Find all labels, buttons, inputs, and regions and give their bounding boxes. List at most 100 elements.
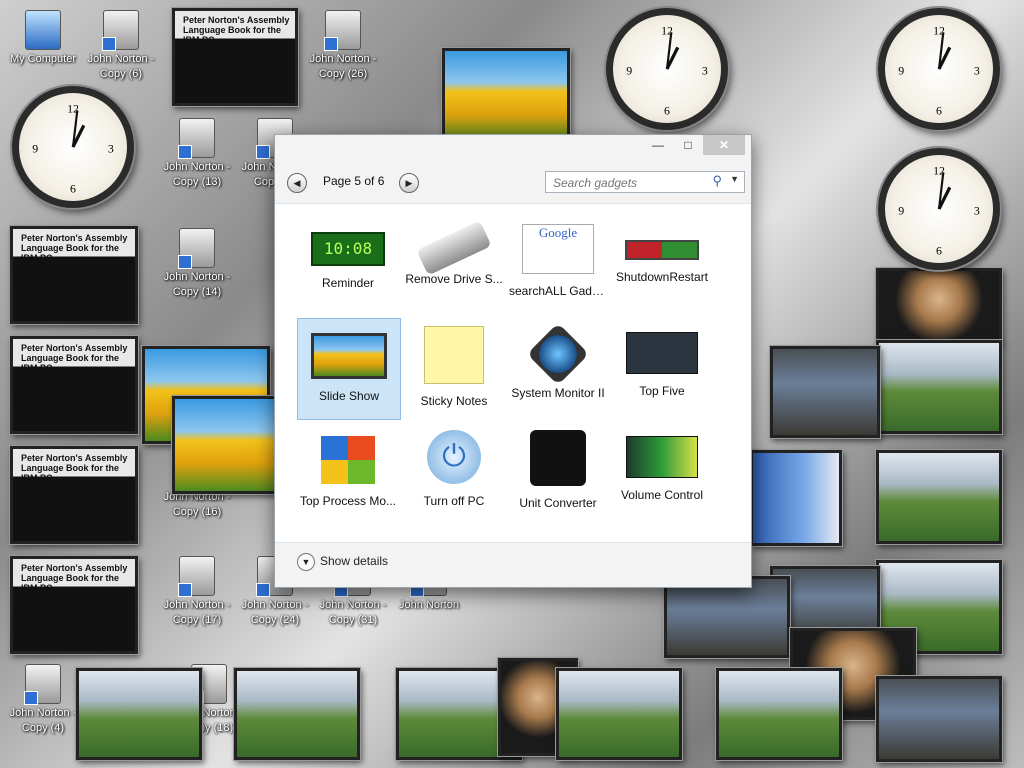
icon-label: John Norton - Copy (16): [163, 491, 231, 518]
speaker-photo-slideshow[interactable]: [750, 450, 842, 546]
gadget-tile-system-monitor[interactable]: System Monitor II: [507, 318, 609, 418]
process-list-icon: [626, 332, 698, 374]
gadget-label: Volume Control: [620, 488, 704, 502]
clock-face-icon: 12 3 6 9: [898, 23, 980, 117]
outdoor-photo-slideshow[interactable]: [234, 668, 360, 760]
page-indicator: Page 5 of 6: [323, 174, 385, 188]
desktop-shortcut[interactable]: John Norton - Copy (17): [154, 556, 240, 628]
power-buttons-icon: [625, 240, 699, 260]
svg-text:9: 9: [32, 141, 38, 155]
tulip-photo-slideshow[interactable]: [442, 48, 570, 144]
gadget-label: Turn off PC: [423, 494, 485, 508]
search-icon[interactable]: ⚲: [712, 173, 722, 189]
book-cover-slideshow[interactable]: Peter Norton's Assembly Language Book fo…: [10, 446, 138, 544]
gadget-tile-shutdownrestart[interactable]: ShutdownRestart: [611, 210, 713, 310]
show-details-toggle[interactable]: ▼ Show details: [297, 553, 388, 571]
svg-text:9: 9: [898, 203, 904, 217]
gadget-tile-top-five[interactable]: Top Five: [611, 318, 713, 418]
book-cover-slideshow[interactable]: Peter Norton's Assembly Language Book fo…: [172, 8, 298, 106]
portrait-icon: [102, 10, 139, 51]
clock-gadget[interactable]: 12 3 6 9: [878, 8, 1000, 130]
my-computer-icon[interactable]: My Computer: [0, 10, 86, 67]
icon-label: John Norton - Copy (6): [87, 53, 155, 80]
outdoor-photo-slideshow[interactable]: [876, 340, 1002, 434]
desktop-shortcut[interactable]: John Norton - Copy (4): [0, 664, 86, 736]
office-photo-slideshow[interactable]: [876, 676, 1002, 762]
previous-page-button[interactable]: ◀: [287, 173, 307, 193]
window-titlebar[interactable]: — □ ✕: [275, 135, 751, 157]
outdoor-photo-slideshow[interactable]: [876, 450, 1002, 544]
gadget-tile-reminder[interactable]: 10:08 Reminder: [297, 210, 399, 310]
desktop-shortcut[interactable]: John Norton - Copy (14): [154, 228, 240, 300]
chevron-left-icon: ◀: [293, 178, 301, 188]
power-icon: ⏻: [427, 430, 481, 484]
office-photo-slideshow[interactable]: [664, 576, 790, 658]
outdoor-photo-slideshow[interactable]: [716, 668, 842, 760]
minimize-button[interactable]: —: [643, 135, 673, 155]
office-photo-slideshow[interactable]: [770, 346, 880, 438]
clock-face-icon: 12 3 6 9: [898, 163, 980, 257]
clock-gadget[interactable]: 12 3 6 9: [878, 148, 1000, 270]
icon-label: John Norton - Copy (13): [163, 161, 231, 188]
portrait-icon: [324, 10, 361, 51]
portrait-photo-slideshow[interactable]: [876, 268, 1002, 344]
gadget-tile-sticky-notes[interactable]: Sticky Notes: [403, 318, 505, 418]
svg-text:3: 3: [108, 141, 114, 155]
maximize-button[interactable]: □: [673, 135, 703, 155]
svg-text:9: 9: [898, 63, 904, 77]
gadget-label: Reminder: [321, 276, 375, 290]
gadget-label: System Monitor II: [511, 386, 605, 400]
icon-label: John Norton - Copy (14): [163, 271, 231, 298]
gadget-tile-remove-drive[interactable]: Remove Drive S...: [403, 210, 505, 310]
reminder-icon: 10:08: [311, 232, 385, 266]
next-page-button[interactable]: ▶: [399, 173, 419, 193]
clock-gadget[interactable]: 12 3 6 9: [12, 86, 134, 208]
desktop-shortcut[interactable]: John Norton - Copy (6): [78, 10, 164, 82]
book-cover-slideshow[interactable]: Peter Norton's Assembly Language Book fo…: [10, 556, 138, 654]
gadget-tile-slide-show[interactable]: Slide Show: [297, 318, 401, 420]
usb-drive-icon: [416, 220, 492, 276]
portrait-icon: [178, 228, 215, 269]
icon-label: John Norton - Copy (26): [309, 53, 377, 80]
gadget-tile-top-process-monitor[interactable]: Top Process Mo...: [297, 422, 399, 522]
gadget-label: Top Five: [639, 384, 685, 398]
tulip-photo-slideshow[interactable]: [172, 396, 278, 494]
show-details-label: Show details: [320, 554, 389, 568]
gadget-tile-volume-control[interactable]: Volume Control: [611, 422, 713, 522]
portrait-icon: [178, 118, 215, 159]
gadget-label: ShutdownRestart: [615, 270, 709, 284]
outdoor-photo-slideshow[interactable]: [556, 668, 682, 760]
book-title: Peter Norton's Assembly Language Book fo…: [21, 233, 128, 263]
close-button[interactable]: ✕: [703, 135, 745, 155]
search-box: ⚲ ▼: [545, 171, 745, 193]
cpu-chip-icon: [526, 322, 590, 386]
reminder-display: 10:08: [323, 239, 373, 258]
svg-text:6: 6: [664, 103, 670, 117]
clock-face-icon: 12 3 6 9: [32, 101, 114, 195]
svg-text:6: 6: [936, 243, 942, 257]
icon-label: John Norton - Copy (24): [241, 599, 309, 626]
desktop-shortcut[interactable]: John Norton - Copy (26): [300, 10, 386, 82]
windows-logo-icon: [321, 436, 375, 484]
gadget-label: Remove Drive S...: [405, 272, 503, 286]
unit-converter-icon: [530, 430, 586, 486]
book-cover-slideshow[interactable]: Peter Norton's Assembly Language Book fo…: [10, 336, 138, 434]
gadget-tile-turn-off-pc[interactable]: ⏻ Turn off PC: [403, 422, 505, 522]
svg-text:6: 6: [936, 103, 942, 117]
svg-text:3: 3: [974, 63, 980, 77]
clock-face-icon: 12 3 6 9: [626, 23, 708, 117]
chevron-down-icon[interactable]: ▼: [730, 174, 739, 184]
book-cover-slideshow[interactable]: Peter Norton's Assembly Language Book fo…: [10, 226, 138, 324]
search-input[interactable]: [551, 173, 705, 193]
computer-icon: [25, 10, 61, 50]
icon-label: John Norton: [399, 599, 459, 611]
gadget-tile-searchall[interactable]: Google searchALL Gadg...: [507, 210, 609, 310]
gadget-label: Sticky Notes: [420, 394, 488, 408]
gadget-label: searchALL Gadg...: [509, 284, 609, 298]
icon-label: John Norton - Copy (17): [163, 599, 231, 626]
gadget-tile-unit-converter[interactable]: Unit Converter: [507, 422, 609, 522]
outdoor-photo-slideshow[interactable]: [76, 668, 202, 760]
desktop-shortcut[interactable]: John Norton - Copy (13): [154, 118, 240, 190]
icon-label: John Norton - Copy (31): [319, 599, 387, 626]
clock-gadget[interactable]: 12 3 6 9: [606, 8, 728, 130]
